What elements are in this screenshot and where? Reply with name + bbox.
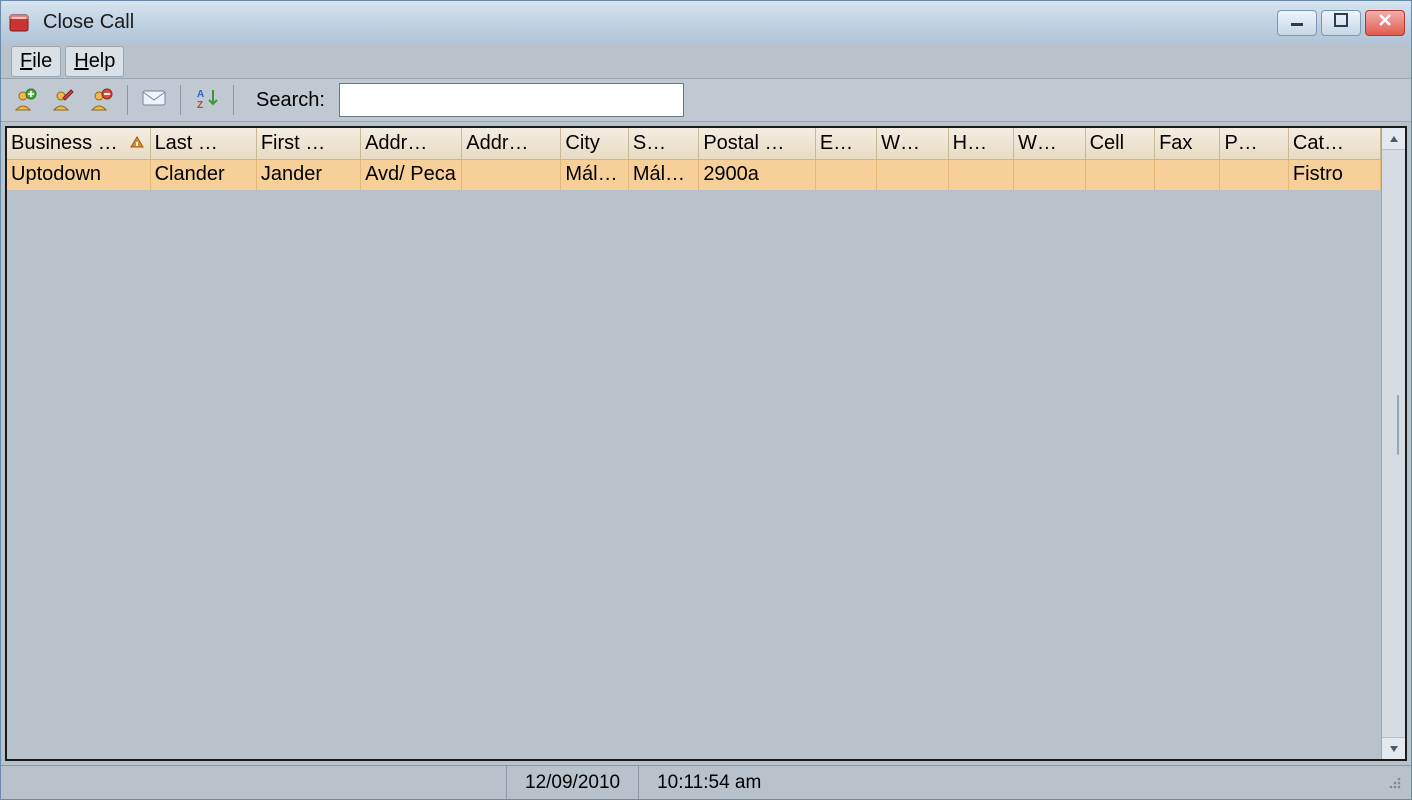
cell-addr1[interactable]: Avd/ Peca [361,160,462,190]
vertical-scrollbar[interactable] [1381,128,1405,759]
search-label: Search: [256,89,325,112]
toolbar-separator [180,85,181,115]
cell-business[interactable]: Uptodown [7,160,150,190]
cell-pager[interactable] [1220,160,1288,190]
scroll-down-button[interactable] [1382,737,1405,759]
status-time: 10:11:54 am [638,766,779,799]
cell-cell[interactable] [1085,160,1154,190]
menu-help[interactable]: Help [65,46,124,77]
cell-first[interactable]: Jander [256,160,360,190]
scroll-thumb[interactable] [1397,395,1399,455]
status-bar: 12/09/2010 10:11:54 am [1,765,1411,799]
svg-text:Z: Z [197,100,203,110]
mail-icon [141,88,167,113]
column-header-web[interactable]: W… [1014,128,1086,160]
menu-file[interactable]: File [11,46,61,77]
minimize-button[interactable] [1277,10,1317,36]
cell-home[interactable] [948,160,1013,190]
cell-city[interactable]: Málaga [561,160,628,190]
close-icon [1377,12,1393,33]
toolbar-separator [233,85,234,115]
sort-az-icon: AZ [195,86,219,115]
delete-contact-icon [89,88,113,112]
cell-category[interactable]: Fistro [1288,160,1380,190]
main-area: Business …Last …First …Addr…Addr…CityS…P… [5,126,1407,761]
column-header-cell[interactable]: Cell [1085,128,1154,160]
window-title: Close Call [43,11,134,34]
close-button[interactable] [1365,10,1405,36]
column-header-addr2[interactable]: Addr… [462,128,561,160]
column-header-home[interactable]: H… [948,128,1013,160]
column-header-state[interactable]: S… [628,128,699,160]
app-icon [7,10,33,36]
column-header-work[interactable]: W… [877,128,949,160]
column-header-postal[interactable]: Postal … [699,128,816,160]
menu-help-label-rest: elp [89,50,116,72]
column-header-first[interactable]: First … [256,128,360,160]
cell-state[interactable]: Málaga [628,160,699,190]
column-header-addr1[interactable]: Addr… [361,128,462,160]
svg-text:A: A [197,89,204,100]
toolbar-separator [127,85,128,115]
column-header-business[interactable]: Business … [7,128,150,160]
grid[interactable]: Business …Last …First …Addr…Addr…CityS…P… [7,128,1381,759]
window-frame: File Help AZ [0,44,1412,800]
cell-email[interactable] [815,160,876,190]
maximize-icon [1333,12,1349,33]
edit-contact-icon [51,88,75,112]
cell-addr2[interactable] [462,160,561,190]
window-controls [1277,10,1405,36]
toolbar: AZ Search: [1,78,1411,122]
column-header-fax[interactable]: Fax [1155,128,1220,160]
column-header-city[interactable]: City [561,128,628,160]
column-header-email[interactable]: E… [815,128,876,160]
add-contact-icon [13,88,37,112]
menu-bar: File Help [1,44,1411,78]
menu-file-label-rest: ile [32,50,52,72]
sort-indicator-icon [128,134,146,158]
cell-work[interactable] [877,160,949,190]
scroll-up-button[interactable] [1382,128,1405,150]
delete-contact-button[interactable] [85,84,117,116]
title-bar: Close Call [0,0,1412,44]
cell-last[interactable]: Clander [150,160,256,190]
table-row[interactable]: UptodownClanderJanderAvd/ Peca MálagaMála… [7,160,1381,190]
cell-web[interactable] [1014,160,1086,190]
column-header-pager[interactable]: P… [1220,128,1288,160]
search-input[interactable] [339,83,684,117]
column-header-category[interactable]: Cat… [1288,128,1380,160]
column-header-last[interactable]: Last … [150,128,256,160]
maximize-button[interactable] [1321,10,1361,36]
cell-postal[interactable]: 2900a [699,160,816,190]
mail-button[interactable] [138,84,170,116]
cell-fax[interactable] [1155,160,1220,190]
resize-grip-icon[interactable] [1383,771,1407,795]
add-contact-button[interactable] [9,84,41,116]
sort-button[interactable]: AZ [191,84,223,116]
status-date: 12/09/2010 [506,766,638,799]
edit-contact-button[interactable] [47,84,79,116]
minimize-icon [1289,12,1305,33]
